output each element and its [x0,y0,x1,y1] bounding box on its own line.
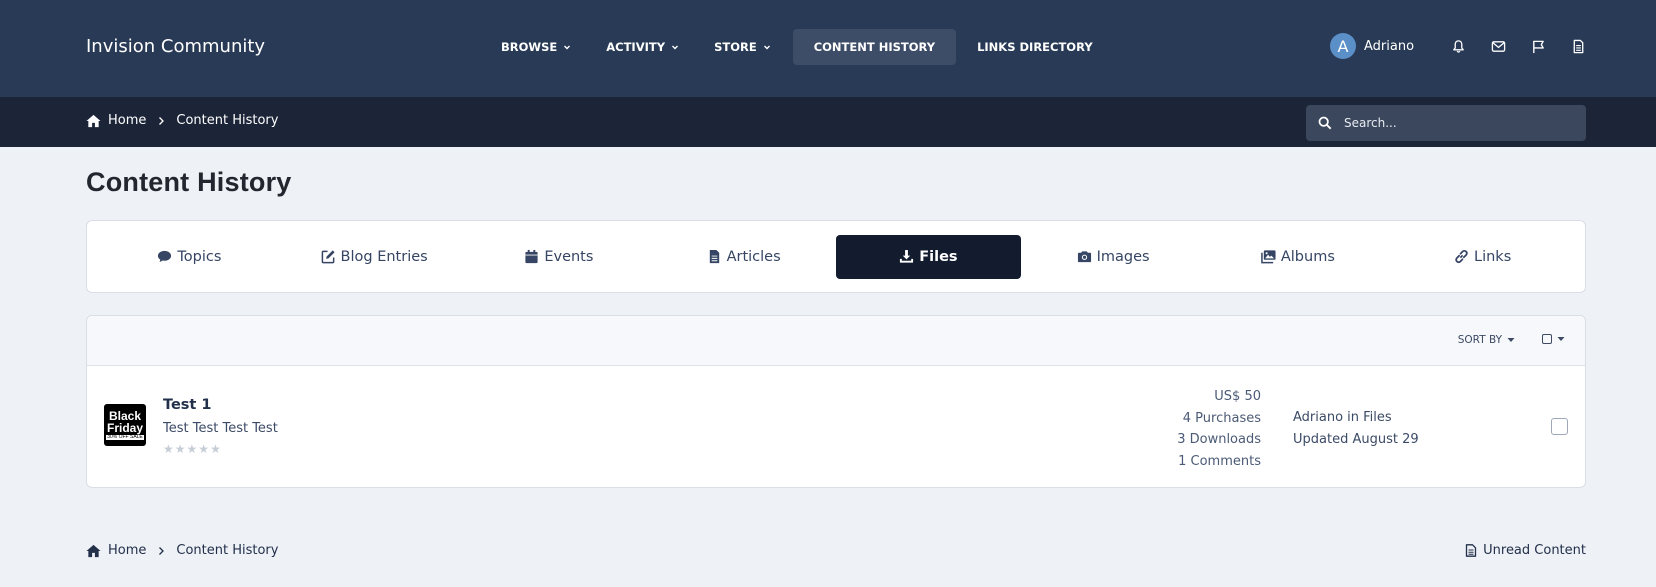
site-brand[interactable]: Invision Community [86,36,265,57]
file-downloads: 3 Downloads [1177,432,1261,447]
tab-images[interactable]: Images [1021,235,1206,279]
file-comments: 1 Comments [1178,453,1261,469]
list-toolbar: SORT BY [87,316,1585,366]
file-stats: US$ 50 4 Purchases 3 Downloads 1 Comment… [1177,386,1261,472]
thumbnail-text-line2: Friday [106,421,143,435]
file-icon [709,249,719,264]
file-updated: Updated August 29 [1293,431,1419,447]
search-box[interactable] [1306,105,1586,141]
breadcrumb-home[interactable]: Home [108,113,146,128]
document-icon [1573,39,1583,53]
tab-blog-entries-label: Blog Entries [340,248,428,265]
tab-albums-label: Albums [1280,248,1335,265]
avatar[interactable]: A [1330,33,1356,59]
search-input[interactable] [1344,116,1564,130]
page-title: Content History [86,167,292,197]
site-header: Invision Community BROWSE ACTIVITY STORE… [0,0,1656,97]
nav-store-label: STORE [714,40,757,54]
tab-events[interactable]: Events [467,235,652,279]
file-meta: Adriano in Files Updated August 29 [1293,407,1419,450]
nav-store[interactable]: STORE [701,29,785,65]
sort-by-button[interactable]: SORT BY [1458,334,1515,346]
files-list-panel: SORT BY Black Friday 30% OFF SALE Test 1… [86,315,1586,488]
nav-browse-label: BROWSE [501,40,558,54]
tab-images-label: Images [1096,248,1150,265]
nav-links-directory-label: LINKS DIRECTORY [977,40,1093,54]
tab-links-label: Links [1474,248,1512,265]
caret-down-icon [1557,337,1565,341]
list-item: Black Friday 30% OFF SALE Test 1 Test Te… [87,366,1585,487]
chevron-down-icon [564,45,571,50]
tab-files-label: Files [919,248,958,265]
caret-down-icon [1507,338,1515,342]
tab-links[interactable]: Links [1390,235,1575,279]
chevron-down-icon [672,45,679,50]
camera-icon [1077,251,1091,263]
tab-events-label: Events [544,248,594,265]
footer-breadcrumb-home[interactable]: Home [108,543,146,558]
star-icon: ★ [174,442,186,456]
search-icon [1318,116,1332,130]
file-description: Test Test Test Test [163,421,278,436]
star-icon: ★ [210,442,221,456]
chevron-right-icon [159,546,165,555]
file-thumbnail[interactable]: Black Friday 30% OFF SALE [104,404,146,446]
breadcrumb: Home Content History [86,113,278,128]
unread-content-label: Unread Content [1483,543,1586,558]
flag-icon [1532,40,1544,53]
content-type-tabs: Topics Blog Entries Events Articles File… [86,220,1586,293]
file-title[interactable]: Test 1 [163,397,212,413]
envelope-icon [1491,40,1505,52]
username[interactable]: Adriano [1364,39,1414,54]
notifications-button[interactable] [1438,33,1478,59]
file-author[interactable]: Adriano in Files [1293,407,1419,429]
breadcrumb-bar: Home Content History [0,97,1656,147]
row-select-checkbox[interactable] [1551,418,1568,435]
footer-breadcrumb-current[interactable]: Content History [176,543,278,558]
nav-activity-label: ACTIVITY [606,40,666,54]
comment-icon [158,250,172,263]
sort-by-label: SORT BY [1457,334,1502,346]
nav-browse[interactable]: BROWSE [488,29,585,65]
images-icon [1261,250,1276,264]
messages-button[interactable] [1478,33,1518,59]
reports-button[interactable] [1518,33,1558,59]
chevron-right-icon [159,116,165,125]
chevron-down-icon [763,45,770,50]
tab-blog-entries[interactable]: Blog Entries [282,235,467,279]
select-all-checkbox-icon [1542,334,1552,344]
user-area: A Adriano [1330,33,1598,59]
footer-breadcrumb: Home Content History [86,543,278,558]
thumbnail-text-line3: 30% OFF SALE [106,434,144,440]
select-all-menu[interactable] [1542,334,1565,344]
unread-content-link[interactable]: Unread Content [1465,543,1586,558]
download-icon [900,249,914,263]
link-icon [1455,249,1468,264]
tab-files[interactable]: Files [836,234,1021,279]
main-nav: BROWSE ACTIVITY STORE CONTENT HISTORY LI… [488,29,1114,65]
nav-content-history-label: CONTENT HISTORY [813,40,936,54]
tab-topics[interactable]: Topics [97,235,282,279]
file-price: US$ 50 [1214,389,1261,404]
star-icon: ★ [163,442,174,456]
activity-button[interactable] [1558,33,1598,59]
nav-links-directory[interactable]: LINKS DIRECTORY [964,29,1106,65]
tab-albums[interactable]: Albums [1206,235,1391,279]
bell-icon [1452,39,1464,53]
nav-activity[interactable]: ACTIVITY [593,29,693,65]
document-icon [1465,544,1477,557]
star-icon: ★ [186,442,198,456]
breadcrumb-current[interactable]: Content History [176,113,278,128]
tab-articles[interactable]: Articles [651,235,836,279]
home-icon [86,114,101,127]
nav-content-history[interactable]: CONTENT HISTORY [792,29,957,65]
edit-icon [321,250,335,264]
star-icon: ★ [198,442,210,456]
tab-articles-label: Articles [726,248,781,265]
calendar-icon [525,249,538,264]
home-icon [86,544,101,557]
tab-topics-label: Topics [177,248,222,265]
star-rating: ★ ★ ★ ★ ★ [163,442,222,456]
file-purchases: 4 Purchases [1182,410,1261,426]
